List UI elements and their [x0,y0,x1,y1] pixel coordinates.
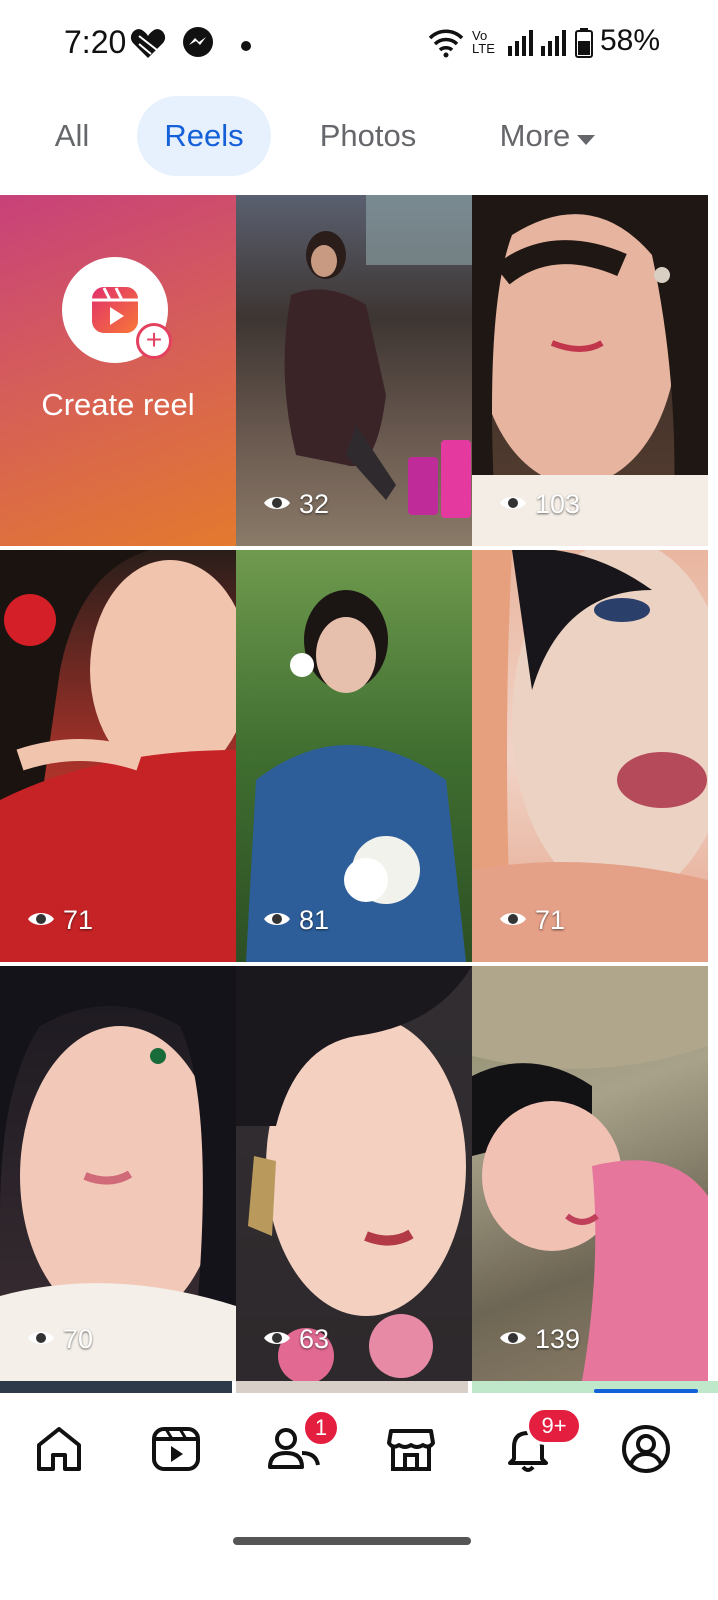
view-count: 63 [263,1324,329,1355]
video-icon [150,1423,202,1480]
tab-reels[interactable]: Reels [137,96,271,176]
reel-thumbnail[interactable]: 71 [472,550,708,962]
nav-marketplace[interactable] [381,1421,441,1481]
bottom-navigation: 1 9+ [0,1393,718,1513]
view-count-value: 71 [535,905,566,935]
view-count-value: 81 [299,905,330,935]
reel-image [0,550,236,962]
heart-icon [130,26,166,65]
tab-reels-label: Reels [164,118,244,153]
reel-image [0,966,236,1381]
reel-thumbnail[interactable]: 70 [0,966,236,1381]
reel-image [472,550,708,962]
view-count-value: 32 [299,489,330,519]
reel-thumbnail[interactable]: 63 [236,966,472,1381]
battery-icon [575,28,593,63]
profile-icon [620,1423,672,1480]
wifi-icon [428,28,464,63]
eye-icon [263,489,291,520]
reel-thumbnail[interactable]: 103 [472,195,708,546]
view-count: 103 [499,489,580,520]
notification-dot-icon [241,38,251,56]
eye-icon [27,905,55,936]
nav-profile[interactable] [616,1421,676,1481]
status-time: 7:20 [64,24,127,60]
view-count: 81 [263,905,329,936]
tab-more[interactable]: More [478,96,618,176]
reel-image [246,590,466,962]
tab-photos[interactable]: Photos [296,96,440,176]
eye-icon [499,905,527,936]
friends-badge: 1 [302,1409,340,1447]
view-count: 139 [499,1324,580,1355]
eye-icon [499,1324,527,1355]
view-count: 70 [27,1324,93,1355]
view-count-value: 139 [535,1324,581,1354]
notifications-badge: 9+ [526,1407,582,1445]
eye-icon [263,905,291,936]
reel-image [236,966,472,1381]
create-reel-tile[interactable]: + Create reel [0,195,236,546]
reel-image [472,966,708,1381]
battery-percent: 58% [599,24,660,57]
volte-label: Vo LTE [472,28,495,56]
view-count-value: 71 [63,905,94,935]
view-count: 71 [27,905,93,936]
view-count: 32 [263,489,329,520]
tab-all[interactable]: All [32,96,112,176]
reel-thumbnail[interactable]: 71 [0,550,236,962]
plus-icon: + [136,323,172,359]
filter-tabs: All Reels Photos More [0,96,718,180]
status-bar: 7:20 Vo LTE 58% [0,0,718,90]
marketplace-icon [385,1423,437,1480]
nav-video[interactable] [146,1421,206,1481]
create-reel-label: Create reel [41,387,195,422]
eye-icon [27,1324,55,1355]
nav-notifications[interactable]: 9+ [498,1407,582,1481]
tab-photos-label: Photos [319,118,417,153]
nav-friends[interactable]: 1 [264,1409,340,1481]
home-icon [33,1423,85,1480]
messenger-icon [182,26,214,63]
view-count-value: 63 [299,1324,330,1354]
reel-thumbnail[interactable]: 139 [472,966,708,1381]
view-count-value: 70 [63,1324,94,1354]
eye-icon [499,489,527,520]
view-count-value: 103 [535,489,581,519]
tab-all-label: All [54,118,90,153]
caret-down-icon [576,118,596,154]
reel-thumbnail[interactable]: 81 [236,550,472,962]
view-count: 71 [499,905,565,936]
tab-more-label: More [499,118,571,153]
home-indicator[interactable] [233,1537,471,1545]
signal-2-icon [541,30,567,61]
reel-thumbnail[interactable]: 32 [236,195,472,546]
eye-icon [263,1324,291,1355]
nav-home[interactable] [29,1421,89,1481]
signal-icon [508,30,534,61]
